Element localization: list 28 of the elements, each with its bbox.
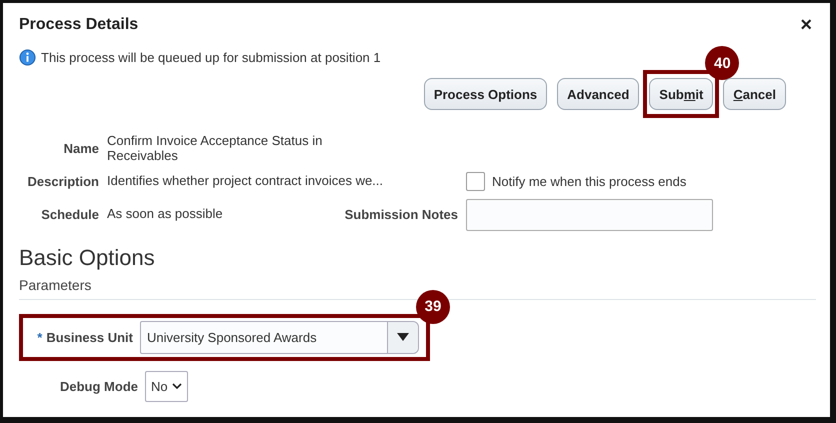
field-label: Submission Notes xyxy=(344,207,458,222)
close-button[interactable]: × xyxy=(796,15,816,35)
toolbar-button[interactable]: Cancel xyxy=(723,78,786,110)
caret-icon xyxy=(397,333,409,342)
toolbar-button[interactable]: Process Options xyxy=(424,78,548,110)
step-badge: 40 xyxy=(705,46,740,80)
dropdown-button[interactable] xyxy=(387,322,418,353)
info-icon xyxy=(19,49,36,66)
submission-notes-field[interactable] xyxy=(466,198,713,231)
checkbox-label: Notify me when this process ends xyxy=(492,174,686,189)
field-value: As soon as possible xyxy=(107,207,223,222)
toolbar-button[interactable]: Advanced xyxy=(557,78,640,110)
field-label: Debug Mode xyxy=(59,378,138,394)
notify-checkbox[interactable] xyxy=(466,172,485,191)
field-label: Name xyxy=(62,141,99,156)
field-label: * Business Unit xyxy=(36,330,133,345)
field-value: Identifies whether project contract invoices we... xyxy=(107,174,384,189)
info-message: This process will be queued up for submission at position 1 xyxy=(41,50,381,65)
chevron-icon xyxy=(172,383,182,390)
toolbar-button[interactable]: Submit xyxy=(649,78,714,110)
business-unit-field[interactable]: University Sponsored Awards xyxy=(140,320,419,354)
section-title: Basic Options xyxy=(19,244,156,271)
dialog-title: Process Details xyxy=(19,16,138,34)
debug-mode-select[interactable]: No xyxy=(145,370,188,402)
step-badge: 39 xyxy=(416,290,450,324)
field-label: Description xyxy=(26,174,99,189)
field-value: Confirm Invoice Acceptance Status in Receivables xyxy=(107,134,324,164)
field-label: Schedule xyxy=(40,207,99,222)
